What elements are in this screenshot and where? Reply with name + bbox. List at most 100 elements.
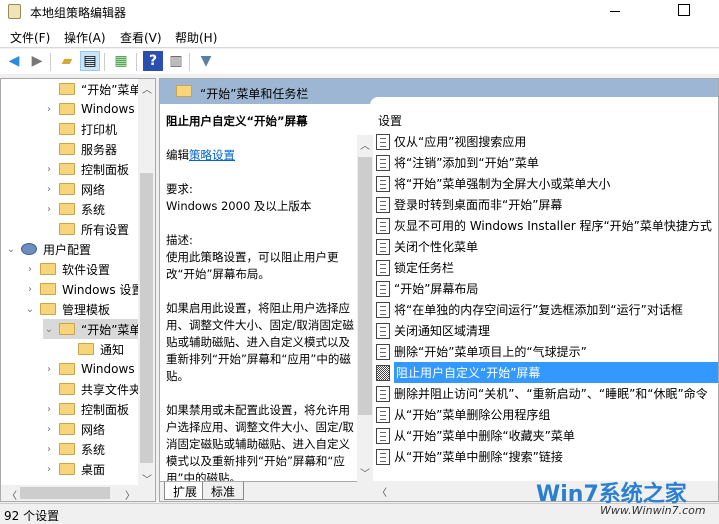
folder-icon [59,443,75,455]
tree-item-label: 桌面 [81,462,106,477]
chevron-icon[interactable]: ⌄ [5,244,17,255]
column-header-setting[interactable]: 设置 [378,112,402,129]
show-hide-tree-icon[interactable]: ▤ [80,51,100,71]
setting-row[interactable]: 将“在单独的内存空间运行”复选框添加到“运行”对话框 [372,299,718,320]
tree-item-label: 网络 [81,422,106,437]
tree-item[interactable]: 共享文件夹 [43,379,141,399]
tree-scroll-thumb[interactable] [140,173,153,463]
tree-item[interactable]: “开始”菜单 [43,79,141,99]
tab-standard[interactable]: 标准 [202,482,245,500]
setting-row[interactable]: 从“开始”菜单中删除“搜索”链接 [372,446,718,467]
menu-file[interactable]: 文件(F) [10,29,50,46]
tree-item[interactable]: › Windows [43,99,135,119]
policy-setting-icon [376,154,390,171]
folder-icon [59,143,75,155]
setting-row[interactable]: 仅从“应用”视图搜索应用 [372,131,718,152]
tree-item[interactable]: › 系统 [43,439,105,459]
tree-item-label: 系统 [81,442,106,457]
tree-item[interactable]: › 系统 [43,199,105,219]
tree-item-label: 控制面板 [81,402,130,417]
setting-row[interactable]: 灰显不可用的 Windows Installer 程序“开始”菜单快捷方式 [372,215,718,236]
filter-icon[interactable]: ▼ [196,51,216,71]
properties-icon[interactable]: ▥ [166,51,186,71]
export-list-icon[interactable]: ▦ [111,51,131,71]
menu-action[interactable]: 操作(A) [64,29,106,46]
policy-setting-icon [376,301,390,318]
tree-item[interactable]: › 网络 [43,419,105,439]
folder-icon [176,85,192,97]
tab-extended[interactable]: 扩展 [164,482,207,500]
tree-item[interactable]: › 桌面 [43,459,105,479]
pane-header: “开始”菜单和任务栏 [160,79,718,105]
folder-icon [59,403,75,415]
folder-icon [59,83,75,95]
chevron-icon[interactable]: › [43,364,55,375]
policy-setting-icon [376,364,390,381]
folder-icon [78,343,94,355]
tree-item[interactable]: 打印机 [43,119,117,139]
chevron-icon[interactable]: › [24,264,36,275]
chevron-icon[interactable]: › [43,164,55,175]
setting-name: 从“开始”菜单中删除“搜索”链接 [394,450,563,464]
setting-row[interactable]: 登录时转到桌面而非“开始”屏幕 [372,194,718,215]
folder-icon [59,463,75,475]
tree-item[interactable]: › 控制面板 [43,399,129,419]
chevron-icon[interactable]: › [43,424,55,435]
chevron-icon[interactable]: › [43,104,55,115]
setting-row[interactable]: 阻止用户自定义“开始”屏幕 [372,362,718,383]
chevron-icon[interactable]: ⌄ [43,324,55,335]
tree-item-label: 打印机 [81,122,118,137]
chevron-icon[interactable]: ⌄ [24,304,36,315]
setting-row[interactable]: 关闭通知区域清理 [372,320,718,341]
tree-item[interactable]: ⌄ 管理模板 [24,299,110,319]
tree-item[interactable]: › 网络 [43,179,105,199]
maximize-button[interactable] [672,0,694,22]
folder-icon [59,423,75,435]
description-scroll-thumb[interactable] [358,157,372,415]
tree-item[interactable]: › 控制面板 [43,159,129,179]
tree-item[interactable]: 服务器 [43,139,117,159]
tree-hscroll-thumb[interactable] [20,487,110,499]
up-folder-icon[interactable]: ▰ [57,51,77,71]
tree-item[interactable]: ⌄ 用户配置 [5,239,91,259]
setting-row[interactable]: 锁定任务栏 [372,257,718,278]
policy-setting-icon [376,427,390,444]
policy-setting-icon [376,238,390,255]
setting-row[interactable]: 删除“开始”菜单项目上的“气球提示” [372,341,718,362]
setting-row[interactable]: 将“开始”菜单强制为全屏大小或菜单大小 [372,173,718,194]
setting-name: 从“开始”菜单中删除“收藏夹”菜单 [394,429,575,443]
chevron-icon[interactable]: › [43,184,55,195]
tree-item[interactable]: › Windows 设置 [24,279,143,299]
setting-name: 灰显不可用的 Windows Installer 程序“开始”菜单快捷方式 [394,219,712,233]
description-label: 描述: [166,233,193,247]
folder-icon [40,263,56,275]
chevron-icon[interactable]: › [24,284,36,295]
setting-row[interactable]: 将“注销”添加到“开始”菜单 [372,152,718,173]
forward-icon[interactable]: ▶ [27,51,47,71]
chevron-icon[interactable]: › [43,204,55,215]
menu-help[interactable]: 帮助(H) [175,29,217,46]
setting-row[interactable]: “开始”屏幕布局 [372,278,718,299]
back-icon[interactable]: ◀ [4,51,24,71]
minimize-button[interactable] [606,0,626,22]
chevron-icon[interactable]: › [43,464,55,475]
tree-item[interactable]: › Windows [43,359,135,379]
menu-view[interactable]: 查看(V) [120,29,162,46]
chevron-icon[interactable]: › [43,404,55,415]
tree-item-label: Windows [81,102,135,116]
tree-item[interactable]: ⌄ “开始”菜单 [43,319,142,339]
tree-item[interactable]: 通知 [62,339,124,359]
requirements-value: Windows 2000 及以上版本 [166,199,312,213]
app-icon [8,4,21,19]
setting-row[interactable]: 从“开始”菜单删除公用程序组 [372,404,718,425]
help-icon[interactable]: ? [143,51,163,71]
setting-row[interactable]: 关闭个性化菜单 [372,236,718,257]
policy-settings-link[interactable]: 策略设置 [189,148,235,162]
setting-row[interactable]: 从“开始”菜单中删除“收藏夹”菜单 [372,425,718,446]
folder-icon [59,223,75,235]
chevron-icon[interactable]: › [43,444,55,455]
tree-item[interactable]: › 软件设置 [24,259,110,279]
setting-row[interactable]: 删除并阻止访问“关机”、“重新启动”、“睡眠”和“休眠”命令 [372,383,718,404]
tree-item-label: 控制面板 [81,162,130,177]
tree-item[interactable]: 所有设置 [43,219,129,239]
